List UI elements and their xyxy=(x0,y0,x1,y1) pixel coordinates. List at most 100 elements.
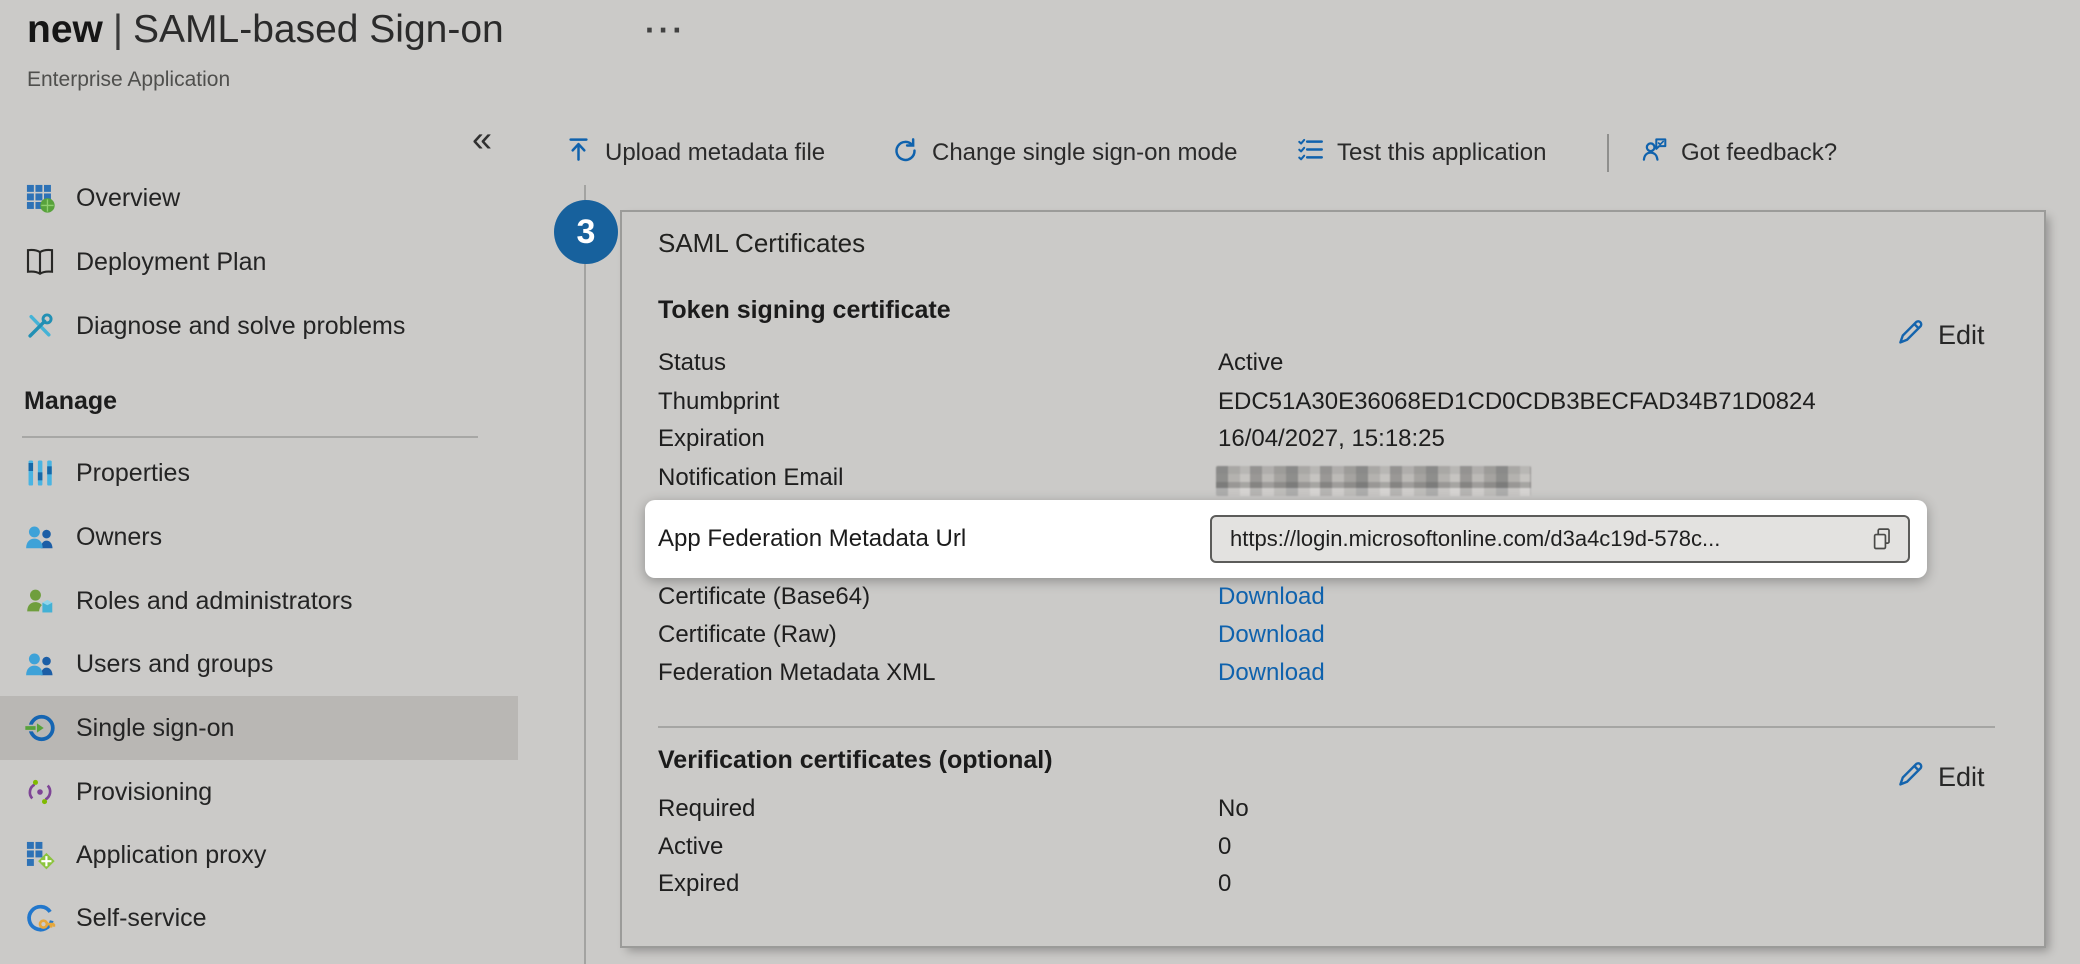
thumbprint-row: Thumbprint EDC51A30E36068ED1CD0CDB3BECFA… xyxy=(658,388,2004,418)
panel-title: SAML Certificates xyxy=(658,228,865,259)
people-icon xyxy=(24,648,56,680)
saml-certificates-panel: SAML Certificates Token signing certific… xyxy=(620,210,2046,948)
tools-icon xyxy=(24,310,56,342)
thumbprint-label: Thumbprint xyxy=(658,388,779,416)
sidebar-item-label: Properties xyxy=(76,459,190,488)
sidebar-item-single-sign-on[interactable]: Single sign-on xyxy=(0,696,518,760)
sidebar-item-deployment-plan[interactable]: Deployment Plan xyxy=(0,230,518,294)
sidebar-item-label: Diagnose and solve problems xyxy=(76,312,405,341)
upload-icon xyxy=(565,136,592,170)
got-feedback-button[interactable]: Got feedback? xyxy=(1641,130,1837,176)
test-application-button[interactable]: Test this application xyxy=(1297,130,1546,176)
sidebar-item-owners[interactable]: Owners xyxy=(0,505,518,569)
status-value: Active xyxy=(1218,349,1283,377)
sidebar-item-label: Users and groups xyxy=(76,650,273,679)
sidebar-item-label: Provisioning xyxy=(76,778,212,807)
toolbar-item-label: Upload metadata file xyxy=(605,139,825,167)
page-title: new|SAML-based Sign-on xyxy=(27,8,504,52)
feedback-person-icon xyxy=(1641,136,1668,170)
edit-button-label: Edit xyxy=(1938,762,1985,793)
checklist-icon xyxy=(1297,136,1324,170)
sidebar-item-label: Deployment Plan xyxy=(76,248,266,277)
metadata-url-highlight: App Federation Metadata Url xyxy=(645,500,1927,578)
sidebar-item-label: Application proxy xyxy=(76,841,266,870)
page-subtitle: Enterprise Application xyxy=(27,68,230,92)
status-label: Status xyxy=(658,349,726,377)
toolbar-item-label: Got feedback? xyxy=(1681,139,1837,167)
expiration-value: 16/04/2027, 15:18:25 xyxy=(1218,425,1445,453)
toolbar-divider xyxy=(1607,134,1609,172)
sidebar-item-provisioning[interactable]: Provisioning xyxy=(0,760,518,824)
sliders-icon xyxy=(24,457,56,489)
expiration-label: Expiration xyxy=(658,425,765,453)
metadata-url-input[interactable] xyxy=(1228,525,1866,553)
expiration-row: Expiration 16/04/2027, 15:18:25 xyxy=(658,425,2004,455)
sync-icon xyxy=(24,776,56,808)
people-icon xyxy=(24,521,56,553)
verification-certificates-title: Verification certificates (optional) xyxy=(658,746,1053,775)
sidebar-section-manage: Manage xyxy=(24,387,117,416)
step-number-badge: 3 xyxy=(554,200,618,264)
sidebar-item-roles[interactable]: Roles and administrators xyxy=(0,569,518,633)
book-icon xyxy=(24,246,56,278)
sidebar-item-label: Self-service xyxy=(76,904,207,933)
sidebar-item-application-proxy[interactable]: Application proxy xyxy=(0,823,518,887)
sidebar-item-overview[interactable]: Overview xyxy=(0,166,518,230)
download-certificate-base64-link[interactable]: Download xyxy=(1218,583,1325,611)
download-certificate-raw-link[interactable]: Download xyxy=(1218,621,1325,649)
refresh-icon xyxy=(892,136,919,170)
edit-button-label: Edit xyxy=(1938,320,1985,351)
copy-icon[interactable] xyxy=(1866,523,1898,555)
expired-label: Expired xyxy=(658,870,739,898)
sidebar-item-users-groups[interactable]: Users and groups xyxy=(0,632,518,696)
federation-metadata-row: Federation Metadata XML Download xyxy=(658,659,2004,689)
toolbar-item-label: Change single sign-on mode xyxy=(932,139,1238,167)
certificate-base64-row: Certificate (Base64) Download xyxy=(658,583,2004,613)
upload-metadata-button[interactable]: Upload metadata file xyxy=(565,130,825,176)
key-circle-icon xyxy=(24,902,56,934)
expired-row: Expired 0 xyxy=(658,870,2004,900)
sidebar-item-label: Roles and administrators xyxy=(76,587,353,616)
notification-email-label: Notification Email xyxy=(658,464,843,492)
grid-diamond-icon xyxy=(24,839,56,871)
change-sso-mode-button[interactable]: Change single sign-on mode xyxy=(892,130,1238,176)
sidebar-item-label: Owners xyxy=(76,523,162,552)
certificate-raw-row: Certificate (Raw) Download xyxy=(658,621,2004,651)
blade-title: SAML-based Sign-on xyxy=(133,8,504,51)
collapse-sidebar-icon[interactable]: « xyxy=(472,118,492,160)
metadata-url-label: App Federation Metadata Url xyxy=(658,525,966,553)
more-options-icon[interactable]: ··· xyxy=(645,12,686,49)
metadata-url-field xyxy=(1210,515,1910,563)
edit-verification-certificates-button[interactable]: Edit xyxy=(1894,758,1985,797)
download-federation-metadata-link[interactable]: Download xyxy=(1218,659,1325,687)
sidebar-item-label: Overview xyxy=(76,184,180,213)
federation-metadata-label: Federation Metadata XML xyxy=(658,659,936,687)
sidebar-divider xyxy=(22,436,478,438)
pencil-icon xyxy=(1894,758,1926,797)
saml-sign-on-page: new|SAML-based Sign-on ··· Enterprise Ap… xyxy=(0,0,2080,964)
toolbar-item-label: Test this application xyxy=(1337,139,1546,167)
title-separator: | xyxy=(113,8,123,51)
active-value: 0 xyxy=(1218,833,1231,861)
sidebar-item-properties[interactable]: Properties xyxy=(0,441,518,505)
overview-grid-icon xyxy=(24,182,56,214)
step-connector-line xyxy=(584,185,586,964)
section-divider xyxy=(658,726,1995,728)
active-row: Active 0 xyxy=(658,833,2004,863)
expired-value: 0 xyxy=(1218,870,1231,898)
notification-email-redacted xyxy=(1216,466,1531,496)
status-row: Status Active xyxy=(658,349,2004,379)
sidebar-item-self-service[interactable]: Self-service xyxy=(0,886,518,950)
thumbprint-value: EDC51A30E36068ED1CD0CDB3BECFAD34B71D0824 xyxy=(1218,388,1816,416)
required-value: No xyxy=(1218,795,1249,823)
certificate-raw-label: Certificate (Raw) xyxy=(658,621,837,649)
required-label: Required xyxy=(658,795,755,823)
certificate-base64-label: Certificate (Base64) xyxy=(658,583,870,611)
role-person-cube-icon xyxy=(24,585,56,617)
sidebar-item-label: Single sign-on xyxy=(76,714,234,743)
token-signing-certificate-title: Token signing certificate xyxy=(658,296,951,325)
required-row: Required No xyxy=(658,795,2004,825)
sidebar-item-diagnose[interactable]: Diagnose and solve problems xyxy=(0,294,518,358)
sign-in-icon xyxy=(24,712,56,744)
app-name: new xyxy=(27,8,103,51)
